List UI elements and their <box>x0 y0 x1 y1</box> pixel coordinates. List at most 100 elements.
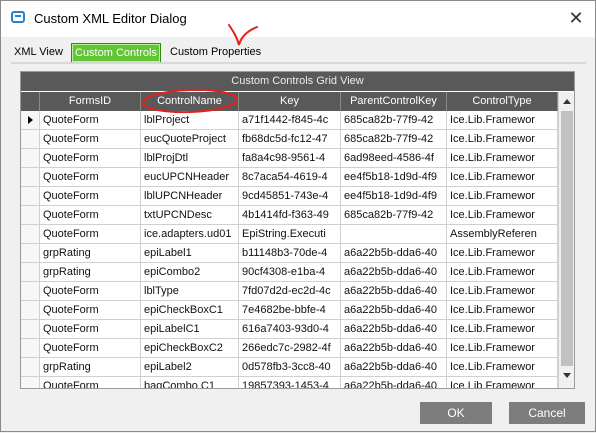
row-selector[interactable] <box>21 168 40 187</box>
cell-controltype[interactable]: Ice.Lib.Framewor <box>447 320 558 339</box>
table-row[interactable]: QuoteForm bagCombo C1 19857393-1453-4 a6a22… <box>21 377 558 388</box>
cell-controlname[interactable]: eucQuoteProject <box>141 130 239 149</box>
cell-controltype[interactable]: Ice.Lib.Framewor <box>447 206 558 225</box>
cell-controlname[interactable]: ice.adapters.ud01 <box>141 225 239 244</box>
cell-controlname[interactable]: epiLabelC1 <box>141 320 239 339</box>
cell-formsid[interactable]: QuoteForm <box>40 130 141 149</box>
cell-key[interactable]: EpiString.Executi <box>239 225 341 244</box>
cell-key[interactable]: 8c7aca54-4619-4 <box>239 168 341 187</box>
cell-controlname[interactable]: txtUPCNDesc <box>141 206 239 225</box>
table-row[interactable]: QuoteForm lblType 7fd07d2d-ec2d-4c a6a22b5b… <box>21 282 558 301</box>
cell-key[interactable]: b11148b3-70de-4 <box>239 244 341 263</box>
row-selector[interactable] <box>21 244 40 263</box>
scroll-down-button[interactable] <box>560 368 574 384</box>
table-row[interactable]: QuoteForm epiLabelC1 616a7403-93d0-4 a6a22b… <box>21 320 558 339</box>
cell-key[interactable]: 7fd07d2d-ec2d-4c <box>239 282 341 301</box>
cell-formsid[interactable]: QuoteForm <box>40 320 141 339</box>
cell-controlname[interactable]: epiCheckBoxC2 <box>141 339 239 358</box>
cancel-button[interactable]: Cancel <box>509 402 585 424</box>
cell-parentcontrolkey[interactable]: 685ca82b-77f9-42 <box>341 206 447 225</box>
scroll-up-button[interactable] <box>560 94 574 110</box>
cell-controlname[interactable]: epiCombo2 <box>141 263 239 282</box>
cell-controlname[interactable]: lblProjDtl <box>141 149 239 168</box>
row-selector[interactable] <box>21 187 40 206</box>
row-selector[interactable] <box>21 130 40 149</box>
cell-formsid[interactable]: QuoteForm <box>40 282 141 301</box>
row-selector[interactable] <box>21 339 40 358</box>
cell-controlname[interactable]: bagCombo C1 <box>141 377 239 388</box>
row-selector[interactable] <box>21 377 40 388</box>
row-selector[interactable] <box>21 320 40 339</box>
cell-parentcontrolkey[interactable]: a6a22b5b-dda6-40 <box>341 282 447 301</box>
table-row[interactable]: grpRating epiLabel1 b11148b3-70de-4 a6a22b5… <box>21 244 558 263</box>
cell-controltype[interactable]: Ice.Lib.Framewor <box>447 244 558 263</box>
cell-controlname[interactable]: lblUPCNHeader <box>141 187 239 206</box>
column-header-formsid[interactable]: FormsID <box>40 92 141 111</box>
row-selector[interactable] <box>21 301 40 320</box>
cell-controltype[interactable]: Ice.Lib.Framewor <box>447 339 558 358</box>
cell-key[interactable]: 266edc7c-2982-4f <box>239 339 341 358</box>
cell-formsid[interactable]: QuoteForm <box>40 377 141 388</box>
cell-parentcontrolkey[interactable]: a6a22b5b-dda6-40 <box>341 320 447 339</box>
table-row[interactable]: QuoteForm eucQuoteProject fb68dc5d-fc12-47… <box>21 130 558 149</box>
cell-formsid[interactable]: QuoteForm <box>40 149 141 168</box>
cell-controltype[interactable]: Ice.Lib.Framewor <box>447 377 558 388</box>
column-header-controltype[interactable]: ControlType <box>447 92 558 111</box>
cell-key[interactable]: 90cf4308-e1ba-4 <box>239 263 341 282</box>
cell-key[interactable]: 7e4682be-bbfe-4 <box>239 301 341 320</box>
table-row[interactable]: QuoteForm txtUPCNDesc 4b1414fd-f363-49 685c… <box>21 206 558 225</box>
row-selector[interactable] <box>21 149 40 168</box>
cell-formsid[interactable]: grpRating <box>40 244 141 263</box>
cell-key[interactable]: 0d578fb3-3cc8-40 <box>239 358 341 377</box>
cell-controltype[interactable]: Ice.Lib.Framewor <box>447 358 558 377</box>
table-row[interactable]: QuoteForm lblProjDtl fa8a4c98-9561-4 6ad98e… <box>21 149 558 168</box>
cell-parentcontrolkey[interactable]: ee4f5b18-1d9d-4f9 <box>341 187 447 206</box>
column-header-key[interactable]: Key <box>239 92 341 111</box>
table-row[interactable]: grpRating epiCombo2 90cf4308-e1ba-4 a6a22b5… <box>21 263 558 282</box>
row-selector[interactable] <box>21 206 40 225</box>
table-row[interactable]: QuoteForm epiCheckBoxC2 266edc7c-2982-4f a6… <box>21 339 558 358</box>
table-row[interactable]: QuoteForm epiCheckBoxC1 7e4682be-bbfe-4 a6a… <box>21 301 558 320</box>
scrollbar-thumb[interactable] <box>561 111 573 366</box>
row-selector[interactable] <box>21 263 40 282</box>
tab-xml-view[interactable]: XML View <box>11 43 66 61</box>
cell-key[interactable]: fb68dc5d-fc12-47 <box>239 130 341 149</box>
ok-button[interactable]: OK <box>420 402 492 424</box>
cell-key[interactable]: fa8a4c98-9561-4 <box>239 149 341 168</box>
cell-controltype[interactable]: Ice.Lib.Framewor <box>447 263 558 282</box>
cell-controltype[interactable]: Ice.Lib.Framewor <box>447 168 558 187</box>
column-header-controlname[interactable]: ControlName <box>141 92 239 111</box>
cell-parentcontrolkey[interactable]: 6ad98eed-4586-4f <box>341 149 447 168</box>
cell-formsid[interactable]: grpRating <box>40 358 141 377</box>
cell-controltype[interactable]: Ice.Lib.Framewor <box>447 187 558 206</box>
cell-formsid[interactable]: grpRating <box>40 263 141 282</box>
table-row[interactable]: QuoteForm lblProject a71f1442-f845-4c 685ca… <box>21 111 558 130</box>
row-selector[interactable] <box>21 111 40 130</box>
cell-key[interactable]: 19857393-1453-4 <box>239 377 341 388</box>
cell-parentcontrolkey[interactable]: a6a22b5b-dda6-40 <box>341 263 447 282</box>
cell-formsid[interactable]: QuoteForm <box>40 301 141 320</box>
title-bar[interactable]: Custom XML Editor Dialog ✕ <box>1 1 595 37</box>
cell-controltype[interactable]: Ice.Lib.Framewor <box>447 111 558 130</box>
cell-parentcontrolkey[interactable]: 685ca82b-77f9-42 <box>341 130 447 149</box>
cell-controltype[interactable]: Ice.Lib.Framewor <box>447 149 558 168</box>
row-selector[interactable] <box>21 282 40 301</box>
cell-key[interactable]: 616a7403-93d0-4 <box>239 320 341 339</box>
cell-controlname[interactable]: eucUPCNHeader <box>141 168 239 187</box>
cell-controlname[interactable]: lblType <box>141 282 239 301</box>
cell-formsid[interactable]: QuoteForm <box>40 168 141 187</box>
tab-custom-properties[interactable]: Custom Properties <box>167 43 264 61</box>
cell-parentcontrolkey[interactable]: a6a22b5b-dda6-40 <box>341 301 447 320</box>
cell-controltype[interactable]: AssemblyReferen <box>447 225 558 244</box>
cell-controlname[interactable]: lblProject <box>141 111 239 130</box>
cell-parentcontrolkey[interactable]: a6a22b5b-dda6-40 <box>341 377 447 388</box>
close-icon[interactable]: ✕ <box>561 5 591 31</box>
cell-parentcontrolkey[interactable]: a6a22b5b-dda6-40 <box>341 358 447 377</box>
table-row[interactable]: QuoteForm lblUPCNHeader 9cd45851-743e-4 ee4… <box>21 187 558 206</box>
column-header-parentcontrolkey[interactable]: ParentControlKey <box>341 92 447 111</box>
cell-parentcontrolkey[interactable]: 685ca82b-77f9-42 <box>341 111 447 130</box>
row-selector[interactable] <box>21 225 40 244</box>
table-row[interactable]: grpRating epiLabel2 0d578fb3-3cc8-40 a6a22b… <box>21 358 558 377</box>
cell-parentcontrolkey[interactable]: ee4f5b18-1d9d-4f9 <box>341 168 447 187</box>
vertical-scrollbar[interactable] <box>558 92 574 388</box>
